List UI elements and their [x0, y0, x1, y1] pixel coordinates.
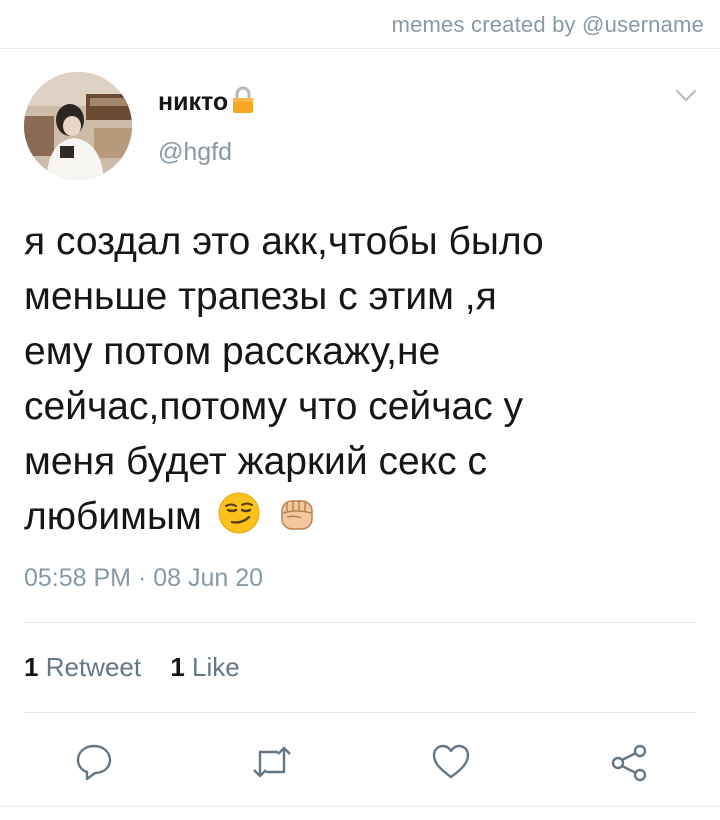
tweet-text-line: меня будет жаркий секс с [24, 440, 487, 483]
tweet-text: я создал это акк,чтобы было меньше трапе… [24, 214, 684, 550]
chevron-down-icon[interactable] [674, 88, 698, 109]
tweet-actions [0, 738, 720, 798]
smirking-face-icon [217, 491, 261, 550]
tweet-text-line: сейчас,потому что сейчас у [24, 385, 524, 428]
tweet-stats: 1 Retweet 1 Like [24, 652, 262, 683]
tweet-text-line: любимым [24, 495, 202, 538]
author-handle[interactable]: @hgfd [158, 138, 232, 167]
raised-fist-icon [275, 491, 319, 550]
divider [24, 622, 696, 623]
like-count-label: Like [192, 652, 240, 682]
like-count-value: 1 [170, 652, 185, 682]
like-count[interactable]: 1 Like [170, 652, 239, 682]
divider [24, 712, 696, 713]
share-icon[interactable] [608, 742, 650, 789]
author-name: никто [158, 88, 229, 116]
retweet-icon[interactable] [250, 742, 294, 787]
reply-icon[interactable] [74, 742, 114, 787]
bottom-divider [0, 806, 720, 807]
tweet-text-line: меньше трапезы с этим ,я [24, 275, 497, 318]
top-bar: memes created by @username [0, 0, 720, 49]
meme-credit: memes created by @username [391, 12, 704, 37]
retweet-count-value: 1 [24, 652, 39, 682]
lock-icon [232, 86, 254, 119]
tweet-timestamp[interactable]: 05:58 PM · 08 Jun 20 [24, 564, 263, 593]
author-name-row[interactable]: никто [158, 86, 254, 119]
tweet-text-line: ему потом расскажу,не [24, 330, 441, 373]
like-icon[interactable] [430, 742, 472, 787]
retweet-count[interactable]: 1 Retweet [24, 652, 141, 682]
tweet-text-line: я создал это акк,чтобы было [24, 220, 544, 263]
avatar[interactable] [24, 72, 132, 180]
retweet-count-label: Retweet [45, 652, 142, 682]
